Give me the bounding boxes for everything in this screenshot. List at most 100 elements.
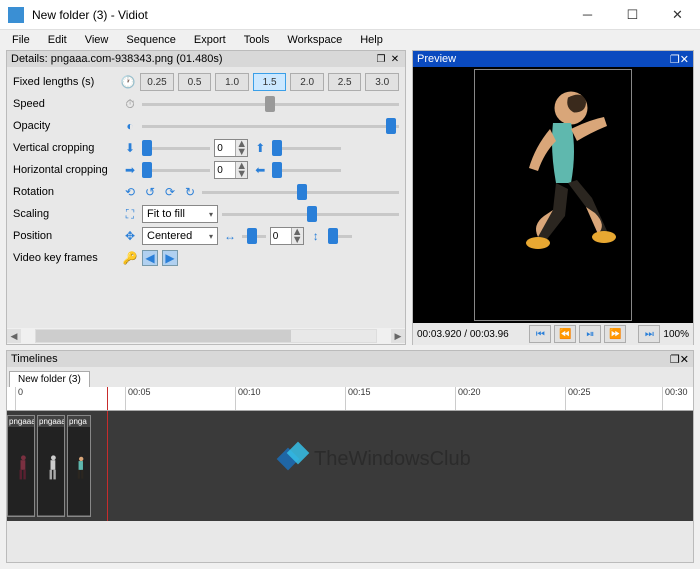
hcrop-right-icon[interactable]: ➡ — [122, 162, 138, 178]
pos-v-slider[interactable] — [328, 235, 352, 238]
menu-tools[interactable]: Tools — [236, 32, 278, 48]
title-bar: New folder (3) - Vidiot ─ ☐ ✕ — [0, 0, 700, 30]
clip-label: pngaaa — [38, 416, 64, 427]
playhead-track[interactable] — [107, 411, 108, 521]
timeline-tab[interactable]: New folder (3) — [9, 371, 90, 387]
hcrop-left-icon[interactable]: ⬅ — [252, 162, 268, 178]
close-panel-icon[interactable]: ✕ — [389, 53, 401, 65]
vcrop-right-slider[interactable] — [272, 147, 340, 150]
watermark-text: TheWindowsClub — [314, 448, 471, 471]
preview-close-icon[interactable]: ✕ — [680, 53, 689, 66]
next-frame-button[interactable]: ⏩ — [604, 325, 626, 343]
menu-export[interactable]: Export — [186, 32, 234, 48]
timeline-clip[interactable]: pnga — [67, 415, 91, 517]
row-speed: Speed ⏱ — [13, 93, 399, 115]
timelines-header: Timelines ❐ ✕ — [7, 351, 693, 367]
timelines-close-icon[interactable]: ✕ — [680, 353, 689, 366]
goto-start-button[interactable]: ⏮ — [529, 325, 551, 343]
row-scaling: Scaling ⛶ Fit to fill▾ — [13, 203, 399, 225]
ruler-tick: 00:30 — [662, 387, 688, 410]
length-3-0[interactable]: 3.0 — [365, 73, 399, 91]
pos-h-icon[interactable]: ↔ — [222, 228, 238, 244]
window-title: New folder (3) - Vidiot — [32, 8, 565, 22]
timelines-tabbar: New folder (3) — [7, 367, 693, 387]
prev-frame-button[interactable]: ⏪ — [554, 325, 576, 343]
speed-icon[interactable]: ⏱ — [122, 96, 138, 112]
position-combo[interactable]: Centered▾ — [142, 227, 218, 245]
vcrop-left-slider[interactable] — [142, 147, 210, 150]
clock-icon[interactable]: 🕐 — [120, 74, 136, 90]
preview-canvas — [413, 67, 693, 323]
rotate-ccw-icon[interactable]: ↺ — [142, 184, 158, 200]
pos-spinner[interactable]: ▲▼ — [270, 227, 304, 245]
menu-file[interactable]: File — [4, 32, 38, 48]
vcrop-up-icon[interactable]: ⬆ — [252, 140, 268, 156]
playhead[interactable] — [107, 387, 108, 410]
length-1-5[interactable]: 1.5 — [253, 73, 287, 91]
opacity-slider[interactable] — [142, 125, 399, 128]
rotate-reset-icon[interactable]: ⟲ — [122, 184, 138, 200]
timelines-title: Timelines — [11, 353, 670, 365]
scaling-slider[interactable] — [222, 213, 399, 216]
row-keyframes: Video key frames 🔑 ◀ ▶ — [13, 247, 399, 269]
label-fixed-lengths: Fixed lengths (s) — [13, 76, 116, 88]
pos-v-icon[interactable]: ↕ — [308, 228, 324, 244]
hcrop-spinner[interactable]: ▲▼ — [214, 161, 248, 179]
scroll-right-icon[interactable]: ▶ — [391, 329, 405, 343]
preview-restore-icon[interactable]: ❐ — [670, 53, 680, 66]
row-hcrop: Horizontal cropping ➡ ▲▼ ⬅ — [13, 159, 399, 181]
scaling-combo[interactable]: Fit to fill▾ — [142, 205, 218, 223]
timeline-clip[interactable]: pngaaa — [7, 415, 35, 517]
menu-help[interactable]: Help — [352, 32, 391, 48]
window-controls: ─ ☐ ✕ — [565, 0, 700, 30]
menu-edit[interactable]: Edit — [40, 32, 75, 48]
rotate-cw-icon[interactable]: ↻ — [182, 184, 198, 200]
play-button[interactable]: ⏯ — [579, 325, 601, 343]
opacity-icon[interactable]: ◐ — [122, 118, 138, 134]
minimize-button[interactable]: ─ — [565, 0, 610, 30]
timeline-ruler[interactable]: 0 00:05 00:10 00:15 00:20 00:25 00:30 — [7, 387, 693, 411]
details-title: Details: pngaaa.com-938343.png (01.480s) — [11, 53, 373, 65]
preview-title: Preview — [417, 53, 670, 65]
row-position: Position ✥ Centered▾ ↔ ▲▼ ↕ — [13, 225, 399, 247]
close-button[interactable]: ✕ — [655, 0, 700, 30]
keyframe-prev-icon[interactable]: ◀ — [142, 250, 158, 266]
length-2-5[interactable]: 2.5 — [328, 73, 362, 91]
length-1-0[interactable]: 1.0 — [215, 73, 249, 91]
clip-label: pngaaa — [8, 416, 34, 427]
restore-icon[interactable]: ❐ — [375, 53, 387, 65]
scale-icon[interactable]: ⛶ — [122, 206, 138, 222]
menu-workspace[interactable]: Workspace — [279, 32, 350, 48]
rotation-slider[interactable] — [202, 191, 399, 194]
scroll-left-icon[interactable]: ◀ — [7, 329, 21, 343]
timelines-restore-icon[interactable]: ❐ — [670, 353, 680, 366]
menu-view[interactable]: View — [77, 32, 117, 48]
menu-sequence[interactable]: Sequence — [118, 32, 184, 48]
preview-zoom: 100% — [663, 329, 689, 340]
vcrop-down-icon[interactable]: ⬇ — [122, 140, 138, 156]
length-0-25[interactable]: 0.25 — [140, 73, 174, 91]
vcrop-spinner[interactable]: ▲▼ — [214, 139, 248, 157]
label-opacity: Opacity — [13, 120, 118, 132]
preview-time: 00:03.920 / 00:03.96 — [417, 329, 509, 340]
length-2-0[interactable]: 2.0 — [290, 73, 324, 91]
timeline-clip[interactable]: pngaaa — [37, 415, 65, 517]
maximize-button[interactable]: ☐ — [610, 0, 655, 30]
app-icon — [8, 7, 24, 23]
speed-slider[interactable] — [142, 103, 399, 106]
label-keyframes: Video key frames — [13, 252, 118, 264]
position-icon[interactable]: ✥ — [122, 228, 138, 244]
keyframe-next-icon[interactable]: ▶ — [162, 250, 178, 266]
details-header: Details: pngaaa.com-938343.png (01.480s)… — [7, 51, 405, 67]
pos-h-slider[interactable] — [242, 235, 266, 238]
goto-end-button[interactable]: ⏭ — [638, 325, 660, 343]
length-0-5[interactable]: 0.5 — [178, 73, 212, 91]
row-rotation: Rotation ⟲ ↺ ⟳ ↻ — [13, 181, 399, 203]
hcrop-left-slider[interactable] — [142, 169, 210, 172]
label-hcrop: Horizontal cropping — [13, 164, 118, 176]
rotate-180-icon[interactable]: ⟳ — [162, 184, 178, 200]
hcrop-right-slider[interactable] — [272, 169, 340, 172]
key-icon[interactable]: 🔑 — [122, 250, 138, 266]
details-hscroll[interactable]: ◀ ▶ — [7, 328, 405, 344]
row-fixed-lengths: Fixed lengths (s) 🕐 0.25 0.5 1.0 1.5 2.0… — [13, 71, 399, 93]
